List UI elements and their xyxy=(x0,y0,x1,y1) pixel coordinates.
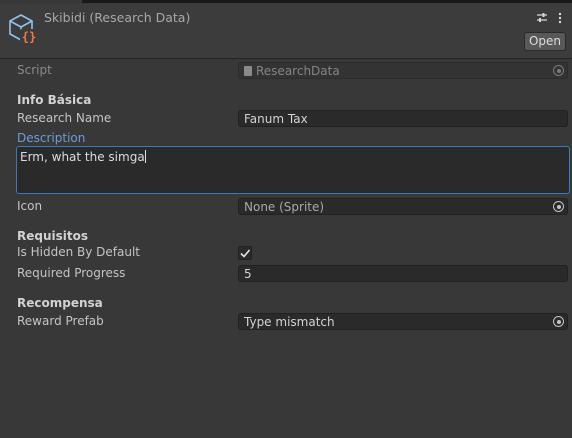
object-picker-icon[interactable] xyxy=(553,65,564,76)
icon-label: Icon xyxy=(17,199,43,213)
script-value: ResearchData xyxy=(256,64,340,78)
section-info-basica: Info Básica xyxy=(17,93,92,107)
script-asset-icon: {} xyxy=(6,12,38,44)
research-name-label: Research Name xyxy=(17,111,112,125)
script-label: Script xyxy=(17,63,52,77)
reward-prefab-field[interactable]: Type mismatch xyxy=(238,313,568,330)
header-divider xyxy=(0,58,572,59)
reward-prefab-value: Type mismatch xyxy=(244,315,335,329)
required-progress-input[interactable]: 5 xyxy=(238,265,568,282)
object-picker-icon[interactable] xyxy=(553,316,564,327)
icon-value: None (Sprite) xyxy=(244,200,325,214)
section-recompensa: Recompensa xyxy=(17,296,103,310)
svg-text:{}: {} xyxy=(22,30,36,44)
text-caret xyxy=(144,150,146,163)
description-label: Description xyxy=(17,131,86,145)
is-hidden-checkbox[interactable] xyxy=(238,246,252,260)
script-file-icon xyxy=(244,66,252,76)
inspector-title: Skibidi (Research Data) xyxy=(44,10,191,25)
object-picker-icon[interactable] xyxy=(553,201,564,212)
open-button[interactable]: Open xyxy=(524,32,566,51)
script-field[interactable]: ResearchData xyxy=(238,62,568,79)
required-progress-label: Required Progress xyxy=(17,266,126,280)
checkmark-icon xyxy=(240,249,251,258)
inspector-header: {} Skibidi (Research Data) Open xyxy=(0,4,572,58)
icon-object-field[interactable]: None (Sprite) xyxy=(238,198,568,215)
description-text: Erm, what the simga xyxy=(20,150,145,164)
is-hidden-label: Is Hidden By Default xyxy=(17,245,140,259)
reward-prefab-label: Reward Prefab xyxy=(17,314,104,328)
sliders-icon[interactable] xyxy=(536,12,548,24)
description-textarea[interactable]: Erm, what the simga xyxy=(16,146,570,194)
kebab-menu-icon[interactable] xyxy=(554,12,566,24)
research-name-input[interactable]: Fanum Tax xyxy=(238,110,568,127)
